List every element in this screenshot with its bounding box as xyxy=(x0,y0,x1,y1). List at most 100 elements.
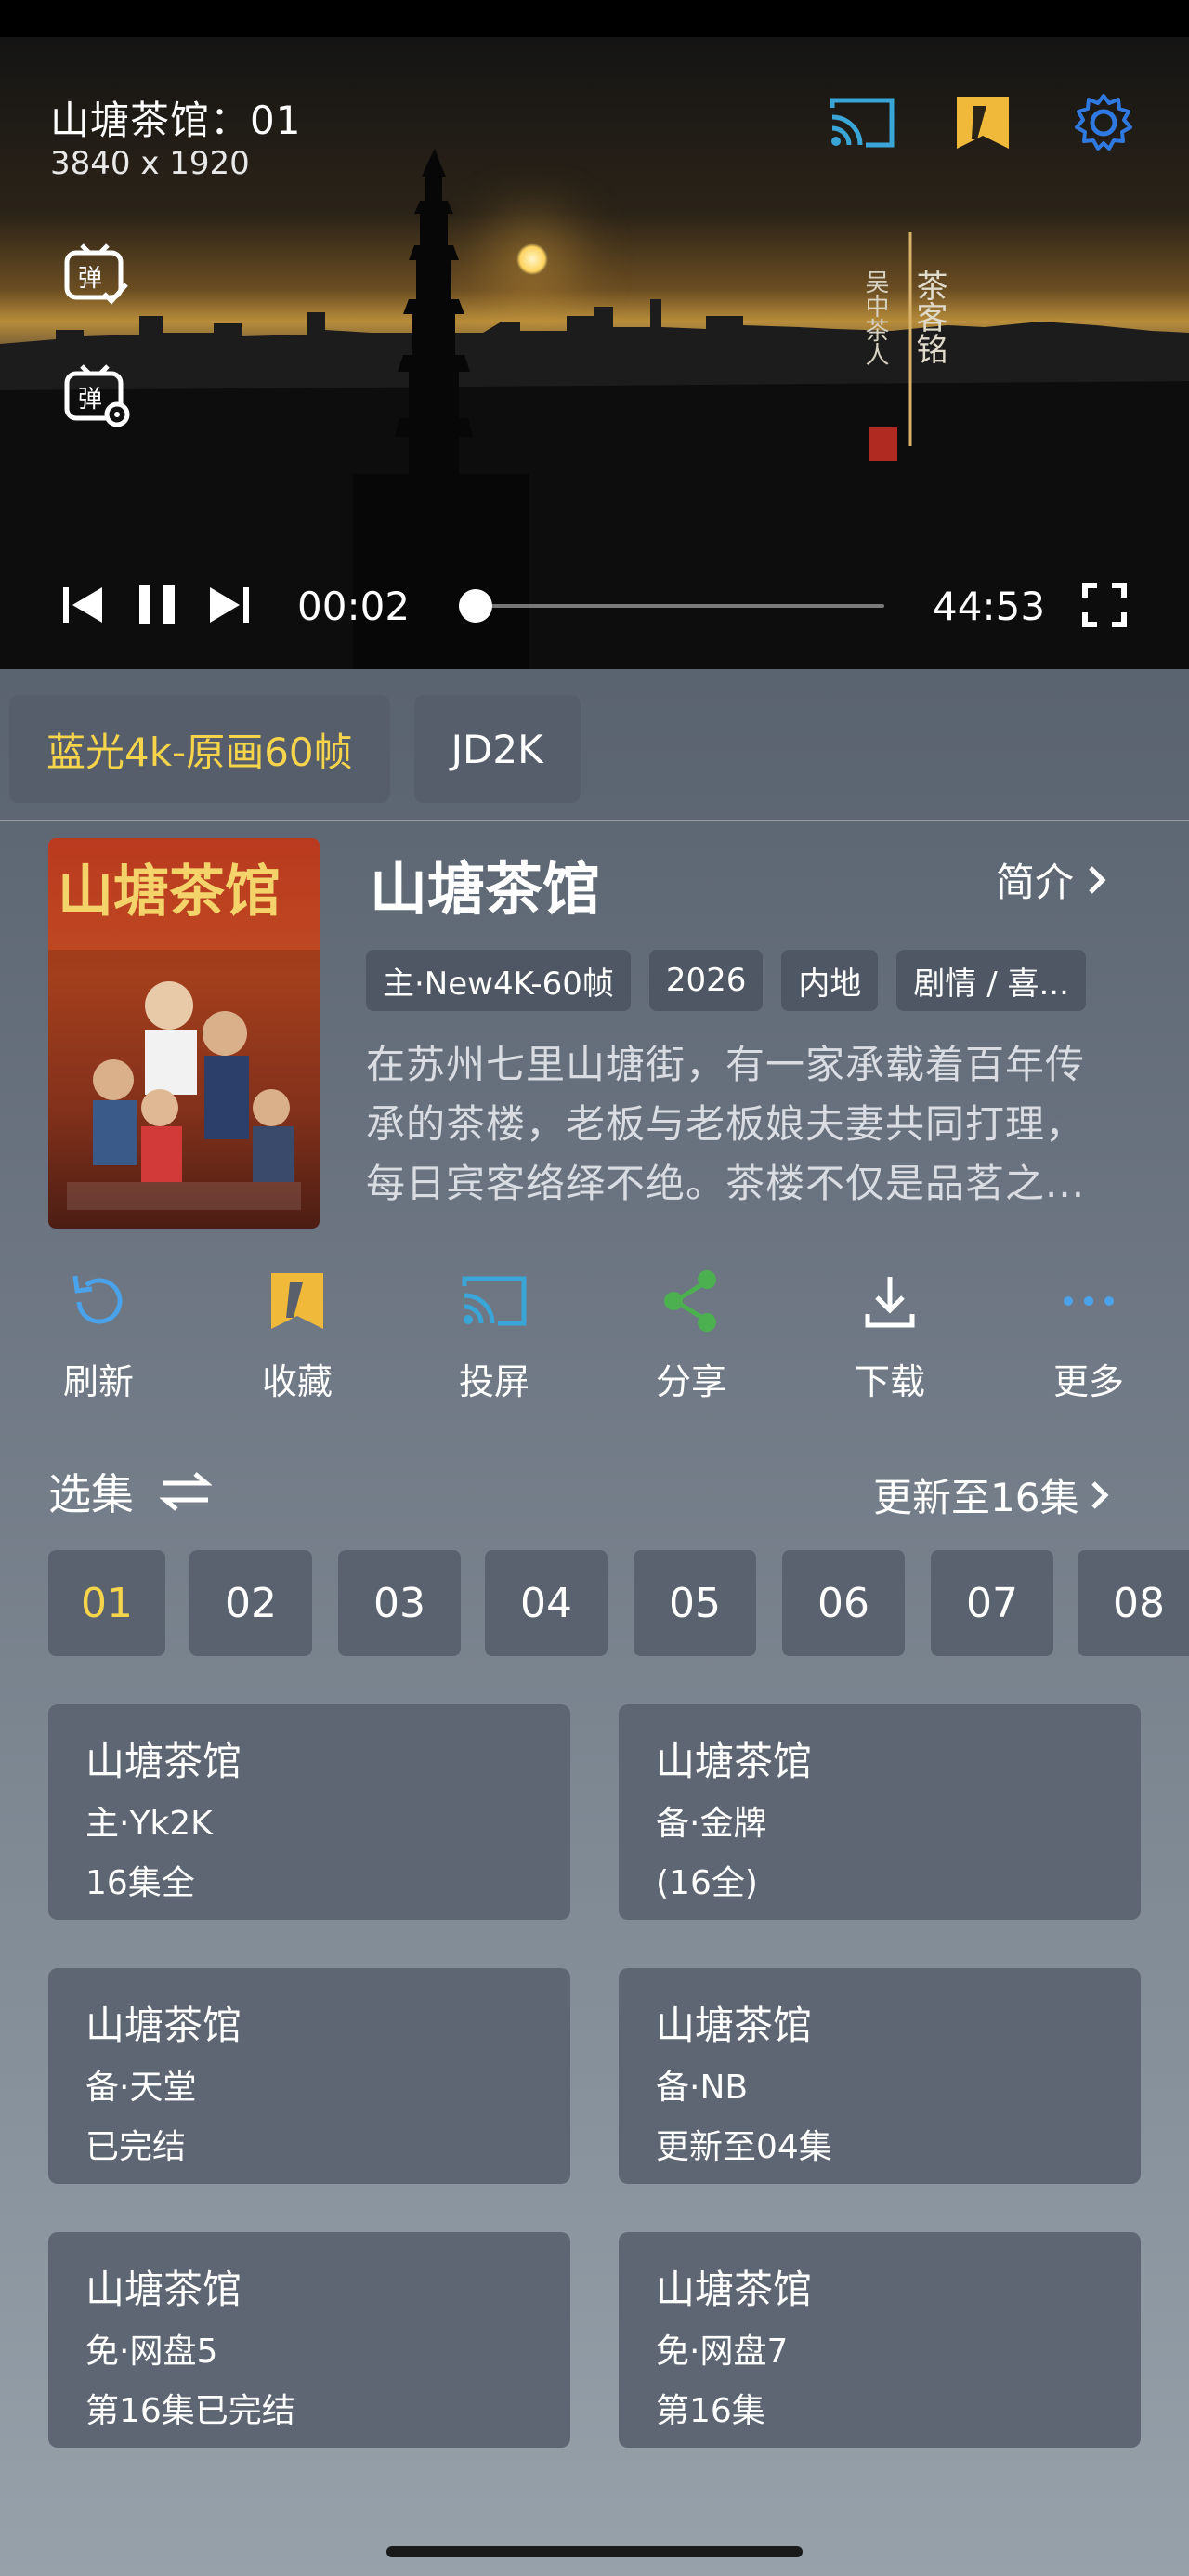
cast-icon[interactable] xyxy=(829,89,895,156)
source-card[interactable]: 山塘茶馆 备·金牌 (16全) xyxy=(619,1704,1141,1920)
refresh-icon xyxy=(61,1264,136,1338)
episode-button[interactable]: 01 xyxy=(48,1550,165,1656)
progress-thumb[interactable] xyxy=(459,589,492,623)
svg-text:弹: 弹 xyxy=(78,265,102,293)
previous-icon[interactable] xyxy=(58,580,108,630)
episode-button[interactable]: 07 xyxy=(931,1550,1053,1656)
card-title: 山塘茶馆 xyxy=(656,2267,813,2312)
tag-source: 主·New4K-60帧 xyxy=(366,950,631,1011)
current-time: 00:02 xyxy=(297,584,411,629)
description[interactable]: 在苏州七里山塘街，有一家承载着百年传 承的茶楼，老板与老板娘夫妻共同打理， 每日… xyxy=(366,1035,1146,1214)
download-button[interactable]: 下载 xyxy=(806,1264,973,1404)
source-card[interactable]: 山塘茶馆 免·网盘7 第16集 xyxy=(619,2232,1141,2448)
show-title: 山塘茶馆 xyxy=(370,855,601,923)
card-status: (16全) xyxy=(656,1864,758,1902)
bookmark-icon xyxy=(260,1264,334,1338)
settings-gear-icon[interactable] xyxy=(1070,89,1137,156)
share-icon xyxy=(654,1264,728,1338)
share-button[interactable]: 分享 xyxy=(608,1264,775,1404)
favorite-label: 收藏 xyxy=(261,1361,333,1402)
refresh-button[interactable]: 刷新 xyxy=(15,1264,182,1404)
home-indicator[interactable] xyxy=(386,2546,803,2557)
tag-list: 主·New4K-60帧 2026 内地 剧情 / 喜... xyxy=(366,950,1086,1011)
episodes-title: 选集 xyxy=(48,1469,134,1519)
card-title: 山塘茶馆 xyxy=(85,2267,242,2312)
next-icon[interactable] xyxy=(204,580,255,630)
duration-time: 44:53 xyxy=(933,584,1046,629)
episode-button[interactable]: 06 xyxy=(782,1550,905,1656)
card-source: 免·网盘5 xyxy=(85,2333,218,2371)
description-line: 在苏州七里山塘街，有一家承载着百年传 xyxy=(366,1042,1086,1087)
video-title: 山塘茶馆：01 xyxy=(50,98,302,143)
episode-button[interactable]: 04 xyxy=(485,1550,608,1656)
share-label: 分享 xyxy=(655,1361,726,1402)
player-controls: 00:02 44:53 xyxy=(0,563,1189,647)
description-line: 承的茶楼，老板与老板娘夫妻共同打理， xyxy=(366,1101,1086,1147)
source-card[interactable]: 山塘茶馆 免·网盘5 第16集已完结 xyxy=(48,2232,570,2448)
card-source: 主·Yk2K xyxy=(85,1805,213,1843)
progress-bar[interactable] xyxy=(459,589,884,623)
source-tabs: 蓝光4k-原画60帧 JD2K xyxy=(9,695,581,803)
source-card[interactable]: 山塘茶馆 备·天堂 已完结 xyxy=(48,1968,570,2184)
download-label: 下载 xyxy=(854,1361,925,1402)
favorite-button[interactable]: 收藏 xyxy=(214,1264,381,1404)
card-title: 山塘茶馆 xyxy=(656,1739,813,1784)
video-resolution: 3840 x 1920 xyxy=(50,145,250,182)
chevron-right-icon xyxy=(1089,865,1106,894)
episode-button[interactable]: 08 xyxy=(1078,1550,1189,1656)
calligraphy-watermark: 吴中茶人 茶客铭 xyxy=(864,232,947,461)
cast-button[interactable]: 投屏 xyxy=(411,1264,578,1404)
divider xyxy=(0,820,1189,821)
description-line: 每日宾客络绎不绝。茶楼不仅是品茗之... xyxy=(366,1161,1086,1206)
status-bar xyxy=(0,0,1189,37)
tag-region: 内地 xyxy=(781,950,879,1011)
danmaku-toggle-icon[interactable]: 弹 xyxy=(61,240,132,310)
svg-text:弹: 弹 xyxy=(78,386,102,414)
cast-icon xyxy=(457,1264,531,1338)
card-status: 更新至04集 xyxy=(656,2128,832,2166)
source-card[interactable]: 山塘茶馆 主·Yk2K 16集全 xyxy=(48,1704,570,1920)
svg-text:吴中茶人: 吴中茶人 xyxy=(864,269,889,366)
action-bar: 刷新 收藏 投屏 分享 下载 更多 xyxy=(0,1264,1189,1413)
bookmark-icon[interactable] xyxy=(949,89,1016,156)
card-title: 山塘茶馆 xyxy=(85,1739,242,1784)
more-icon xyxy=(1052,1264,1126,1338)
poster-image: 山塘茶馆 xyxy=(48,838,320,1229)
source-card[interactable]: 山塘茶馆 备·NB 更新至04集 xyxy=(619,1968,1141,2184)
source-tab-2[interactable]: JD2K xyxy=(413,695,581,803)
intro-link[interactable]: 简介 xyxy=(996,851,1107,908)
sort-swap-icon[interactable] xyxy=(160,1470,212,1513)
danmaku-settings-icon[interactable]: 弹 xyxy=(61,361,132,431)
video-player[interactable]: 吴中茶人 茶客铭 山塘茶馆：01 3840 x 1920 弹 弹 00:02 4… xyxy=(0,37,1189,669)
svg-text:山塘茶馆: 山塘茶馆 xyxy=(58,860,281,925)
card-source: 免·网盘7 xyxy=(656,2333,789,2371)
source-tab-1[interactable]: 蓝光4k-原画60帧 xyxy=(9,695,390,803)
tag-genre: 剧情 / 喜... xyxy=(896,950,1086,1011)
card-source: 备·金牌 xyxy=(656,1805,767,1843)
download-icon xyxy=(853,1264,927,1338)
episode-button[interactable]: 02 xyxy=(189,1550,312,1656)
card-status: 第16集 xyxy=(656,2392,765,2430)
episode-button[interactable]: 05 xyxy=(634,1550,756,1656)
more-label: 更多 xyxy=(1052,1361,1124,1402)
update-text: 更新至16集 xyxy=(873,1475,1079,1520)
episode-button[interactable]: 03 xyxy=(338,1550,461,1656)
episode-list: 01 02 03 04 05 06 07 08 xyxy=(48,1550,1189,1656)
fullscreen-icon[interactable] xyxy=(1079,580,1130,630)
episodes-header: 选集 xyxy=(48,1461,212,1522)
cast-label: 投屏 xyxy=(458,1361,529,1402)
chevron-right-icon xyxy=(1091,1480,1109,1509)
card-status: 16集全 xyxy=(85,1864,195,1902)
card-source: 备·天堂 xyxy=(85,2069,197,2107)
more-button[interactable]: 更多 xyxy=(1005,1264,1172,1404)
card-source: 备·NB xyxy=(656,2069,749,2107)
refresh-label: 刷新 xyxy=(62,1361,134,1402)
episodes-update-link[interactable]: 更新至16集 xyxy=(873,1466,1110,1523)
card-title: 山塘茶馆 xyxy=(656,2003,813,2048)
pause-icon[interactable] xyxy=(132,580,182,630)
card-title: 山塘茶馆 xyxy=(85,2003,242,2048)
card-status: 第16集已完结 xyxy=(85,2392,295,2430)
intro-label: 简介 xyxy=(996,860,1075,905)
svg-text:茶客铭: 茶客铭 xyxy=(910,269,947,364)
tag-year: 2026 xyxy=(648,950,764,1011)
